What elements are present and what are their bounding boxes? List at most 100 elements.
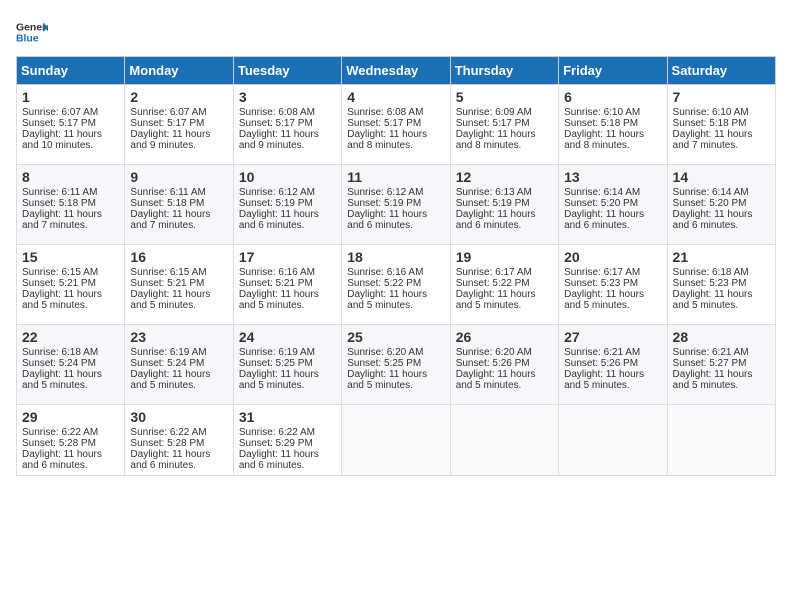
calendar-cell: 19Sunrise: 6:17 AMSunset: 5:22 PMDayligh… (450, 245, 558, 325)
day-info-line: Daylight: 11 hours (456, 209, 553, 220)
day-info-line: Sunrise: 6:14 AM (673, 187, 770, 198)
day-info-line: and 5 minutes. (347, 380, 444, 391)
day-info-line: and 6 minutes. (347, 220, 444, 231)
day-info-line: Sunset: 5:19 PM (239, 198, 336, 209)
day-info-line: Daylight: 11 hours (22, 129, 119, 140)
day-number: 30 (130, 409, 227, 425)
calendar-cell: 22Sunrise: 6:18 AMSunset: 5:24 PMDayligh… (17, 325, 125, 405)
calendar-cell: 15Sunrise: 6:15 AMSunset: 5:21 PMDayligh… (17, 245, 125, 325)
svg-text:Blue: Blue (16, 34, 39, 45)
day-info-line: Daylight: 11 hours (673, 209, 770, 220)
day-info-line: Sunrise: 6:19 AM (239, 347, 336, 358)
day-info-line: Sunset: 5:17 PM (239, 118, 336, 129)
day-info-line: Daylight: 11 hours (673, 289, 770, 300)
calendar-cell: 1Sunrise: 6:07 AMSunset: 5:17 PMDaylight… (17, 85, 125, 165)
day-info-line: Daylight: 11 hours (22, 449, 119, 460)
day-number: 27 (564, 329, 661, 345)
calendar-cell (450, 405, 558, 476)
day-info-line: Sunset: 5:19 PM (456, 198, 553, 209)
day-number: 24 (239, 329, 336, 345)
day-info-line: Daylight: 11 hours (347, 129, 444, 140)
calendar-cell (342, 405, 450, 476)
calendar-week-2: 8Sunrise: 6:11 AMSunset: 5:18 PMDaylight… (17, 165, 776, 245)
day-info-line: Sunrise: 6:08 AM (239, 107, 336, 118)
day-info-line: Sunset: 5:25 PM (239, 358, 336, 369)
day-info-line: Daylight: 11 hours (22, 289, 119, 300)
day-number: 6 (564, 89, 661, 105)
day-info-line: Sunrise: 6:11 AM (22, 187, 119, 198)
day-info-line: Daylight: 11 hours (130, 289, 227, 300)
calendar-week-3: 15Sunrise: 6:15 AMSunset: 5:21 PMDayligh… (17, 245, 776, 325)
day-info-line: and 6 minutes. (564, 220, 661, 231)
day-info-line: Sunrise: 6:07 AM (22, 107, 119, 118)
day-number: 13 (564, 169, 661, 185)
day-number: 2 (130, 89, 227, 105)
day-info-line: Daylight: 11 hours (456, 369, 553, 380)
calendar-cell: 6Sunrise: 6:10 AMSunset: 5:18 PMDaylight… (559, 85, 667, 165)
day-info-line: Daylight: 11 hours (564, 209, 661, 220)
day-number: 21 (673, 249, 770, 265)
day-info-line: Daylight: 11 hours (673, 369, 770, 380)
day-info-line: Sunset: 5:23 PM (564, 278, 661, 289)
weekday-header-tuesday: Tuesday (233, 57, 341, 85)
day-info-line: and 5 minutes. (347, 300, 444, 311)
calendar-cell: 27Sunrise: 6:21 AMSunset: 5:26 PMDayligh… (559, 325, 667, 405)
day-info-line: Sunrise: 6:16 AM (239, 267, 336, 278)
calendar-cell: 7Sunrise: 6:10 AMSunset: 5:18 PMDaylight… (667, 85, 775, 165)
day-info-line: and 8 minutes. (456, 140, 553, 151)
day-info-line: Sunrise: 6:17 AM (456, 267, 553, 278)
day-info-line: and 7 minutes. (22, 220, 119, 231)
calendar-cell: 4Sunrise: 6:08 AMSunset: 5:17 PMDaylight… (342, 85, 450, 165)
day-info-line: Daylight: 11 hours (130, 129, 227, 140)
day-info-line: Sunrise: 6:18 AM (673, 267, 770, 278)
calendar-cell: 23Sunrise: 6:19 AMSunset: 5:24 PMDayligh… (125, 325, 233, 405)
day-info-line: Sunset: 5:19 PM (347, 198, 444, 209)
day-info-line: Sunset: 5:21 PM (130, 278, 227, 289)
day-info-line: Sunset: 5:28 PM (130, 438, 227, 449)
day-info-line: Sunset: 5:17 PM (456, 118, 553, 129)
calendar-cell: 26Sunrise: 6:20 AMSunset: 5:26 PMDayligh… (450, 325, 558, 405)
day-info-line: Sunrise: 6:22 AM (22, 427, 119, 438)
day-info-line: Daylight: 11 hours (564, 369, 661, 380)
day-info-line: Daylight: 11 hours (130, 209, 227, 220)
day-info-line: and 10 minutes. (22, 140, 119, 151)
day-info-line: and 6 minutes. (456, 220, 553, 231)
day-info-line: and 9 minutes. (130, 140, 227, 151)
weekday-header-sunday: Sunday (17, 57, 125, 85)
calendar-cell: 12Sunrise: 6:13 AMSunset: 5:19 PMDayligh… (450, 165, 558, 245)
day-info-line: Sunset: 5:17 PM (22, 118, 119, 129)
weekday-header-friday: Friday (559, 57, 667, 85)
calendar-cell: 13Sunrise: 6:14 AMSunset: 5:20 PMDayligh… (559, 165, 667, 245)
day-info-line: Sunset: 5:28 PM (22, 438, 119, 449)
day-info-line: Daylight: 11 hours (347, 289, 444, 300)
day-info-line: and 5 minutes. (456, 380, 553, 391)
calendar-cell: 10Sunrise: 6:12 AMSunset: 5:19 PMDayligh… (233, 165, 341, 245)
day-number: 12 (456, 169, 553, 185)
day-number: 19 (456, 249, 553, 265)
day-info-line: Sunrise: 6:17 AM (564, 267, 661, 278)
weekday-header-monday: Monday (125, 57, 233, 85)
day-number: 10 (239, 169, 336, 185)
day-number: 28 (673, 329, 770, 345)
day-info-line: Daylight: 11 hours (130, 449, 227, 460)
calendar-cell: 9Sunrise: 6:11 AMSunset: 5:18 PMDaylight… (125, 165, 233, 245)
calendar-week-4: 22Sunrise: 6:18 AMSunset: 5:24 PMDayligh… (17, 325, 776, 405)
day-info-line: Sunset: 5:20 PM (673, 198, 770, 209)
day-number: 20 (564, 249, 661, 265)
day-info-line: Sunset: 5:25 PM (347, 358, 444, 369)
day-number: 8 (22, 169, 119, 185)
day-info-line: Sunset: 5:17 PM (347, 118, 444, 129)
calendar-cell: 3Sunrise: 6:08 AMSunset: 5:17 PMDaylight… (233, 85, 341, 165)
day-number: 5 (456, 89, 553, 105)
day-info-line: Sunset: 5:18 PM (673, 118, 770, 129)
day-info-line: Sunset: 5:21 PM (239, 278, 336, 289)
day-info-line: Sunset: 5:18 PM (22, 198, 119, 209)
day-number: 17 (239, 249, 336, 265)
calendar-cell: 16Sunrise: 6:15 AMSunset: 5:21 PMDayligh… (125, 245, 233, 325)
day-number: 26 (456, 329, 553, 345)
day-number: 9 (130, 169, 227, 185)
day-info-line: and 5 minutes. (564, 300, 661, 311)
day-info-line: Sunrise: 6:16 AM (347, 267, 444, 278)
day-info-line: Sunrise: 6:15 AM (130, 267, 227, 278)
day-info-line: Sunrise: 6:11 AM (130, 187, 227, 198)
